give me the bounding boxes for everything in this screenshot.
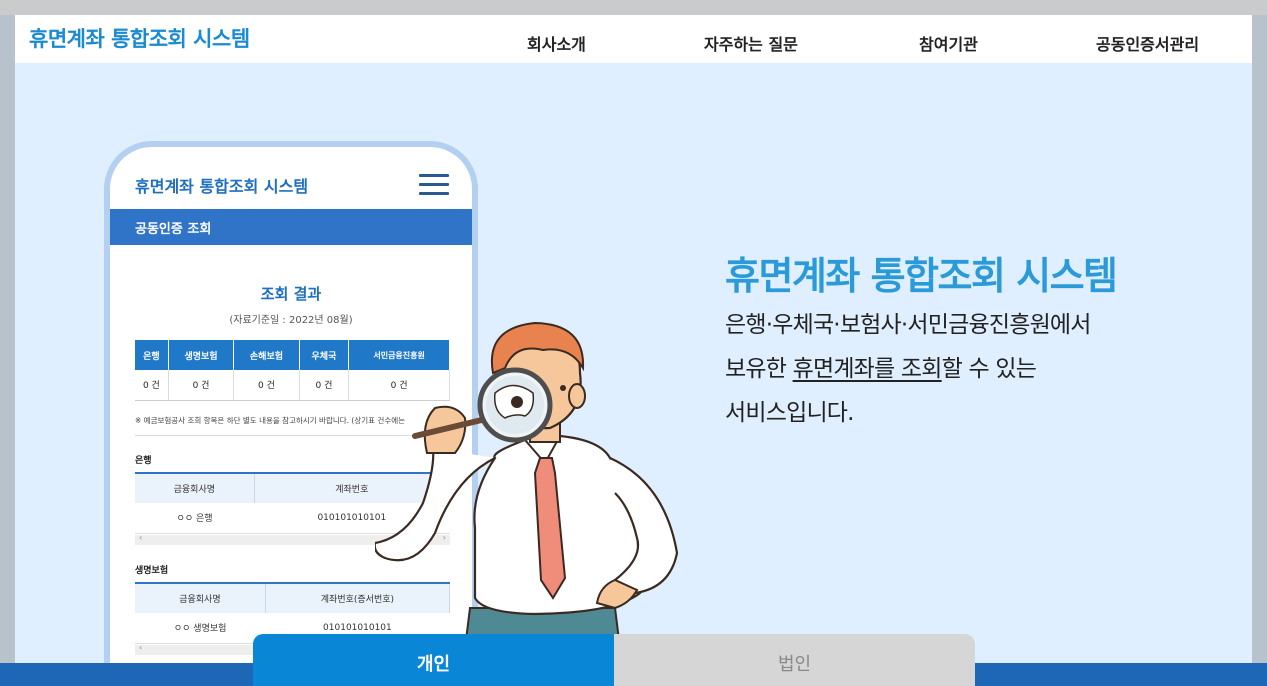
table-cell: 0 건 xyxy=(135,370,169,401)
nav-company-intro[interactable]: 회사소개 xyxy=(527,31,586,55)
man-with-magnifier-illustration xyxy=(375,321,679,648)
table-header: 은행 xyxy=(135,340,169,370)
top-strip xyxy=(0,0,1267,15)
table-cell: ㅇㅇ 생명보험 xyxy=(135,613,266,644)
nav-certificate-management[interactable]: 공동인증서관리 xyxy=(1096,31,1199,55)
nav-faq[interactable]: 자주하는 질문 xyxy=(704,31,798,55)
phone-bank-section-title: 은행 xyxy=(135,456,152,466)
brand-logo[interactable]: 휴면계좌 통합조회 시스템 xyxy=(29,23,250,53)
table-header: 금융회사명 xyxy=(135,582,266,613)
hero-desc-line3: 서비스입니다. xyxy=(725,400,854,426)
table-header: 손해보험 xyxy=(233,340,300,370)
hero-title: 휴면계좌 통합조회 시스템 xyxy=(725,254,1118,298)
hero-desc-line2-post: 할 수 있는 xyxy=(941,356,1037,382)
table-cell: 0 건 xyxy=(168,370,235,401)
table-cell: 0 건 xyxy=(299,370,350,401)
hero-desc-line2-pre: 보유한 xyxy=(725,356,793,382)
phone-result-title: 조회 결과 xyxy=(260,285,322,303)
hero-desc-line1: 은행·우체국·보험사·서민금융진흥원에서 xyxy=(725,312,1091,338)
nav-participating-institutions[interactable]: 참여기관 xyxy=(919,31,978,55)
table-cell: 0 건 xyxy=(233,370,300,401)
table-cell: ㅇㅇ 은행 xyxy=(135,503,255,534)
tab-corporate[interactable]: 법인 xyxy=(614,634,975,686)
phone-app-title: 휴면계좌 통합조회 시스템 xyxy=(135,177,309,196)
site-header: 휴면계좌 통합조회 시스템 회사소개 자주하는 질문 참여기관 공동인증서관리 xyxy=(15,15,1252,63)
hero-description: 은행·우체국·보험사·서민금융진흥원에서 보유한 휴면계좌를 조회할 수 있는 … xyxy=(725,303,1091,435)
table-header: 생명보험 xyxy=(168,340,235,370)
table-header: 금융회사명 xyxy=(135,472,255,503)
hero-section: 휴면계좌 통합조회 시스템 공동인증 조회 조회 결과 (자료기준일 : 202… xyxy=(15,63,1252,663)
phone-section-bar: 공동인증 조회 xyxy=(110,209,472,245)
hero-desc-line2: 보유한 휴면계좌를 조회할 수 있는 xyxy=(725,347,1091,391)
table-header: 우체국 xyxy=(299,340,350,370)
phone-life-section-title: 생명보험 xyxy=(135,566,169,576)
phone-note: ※ 예금보험공사 조회 항목은 하단 별도 내용을 참고하시기 바랍니다. (상… xyxy=(135,416,406,425)
tab-personal[interactable]: 개인 xyxy=(253,634,614,686)
hamburger-menu-icon xyxy=(419,174,449,196)
hero-desc-highlight: 휴면계좌를 조회 xyxy=(792,356,943,382)
